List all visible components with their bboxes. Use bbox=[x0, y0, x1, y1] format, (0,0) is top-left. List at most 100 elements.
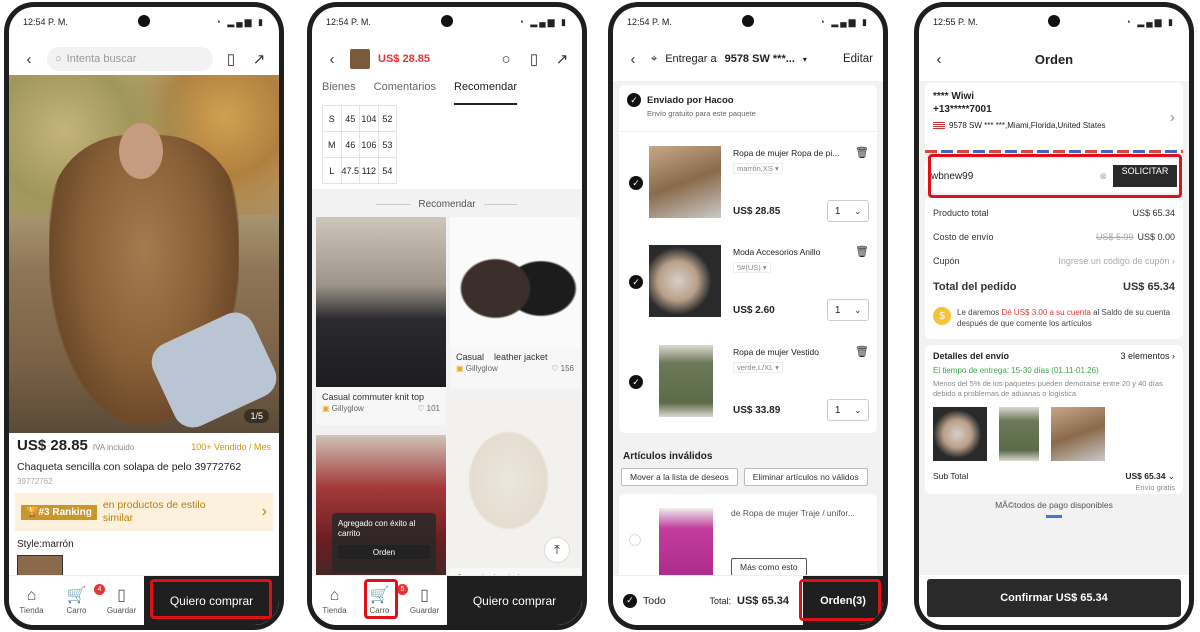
select-all-check-icon[interactable]: ✓ bbox=[623, 593, 637, 608]
chevron-down-icon[interactable]: ⌄ bbox=[1168, 471, 1175, 481]
item-image[interactable] bbox=[649, 245, 721, 317]
toast-order-button[interactable]: Orden bbox=[338, 545, 430, 559]
thumb-coat[interactable] bbox=[1051, 407, 1105, 461]
search-box[interactable]: ○ Intenta buscar bbox=[47, 47, 213, 71]
cart-items: ✓ Ropa de mujer Ropa de pi... marrón,XS … bbox=[619, 131, 877, 433]
phone-cart: 12:54 P. M. ◔ ▂▄▆ ▮ ‹ ⌖ Entregar a 9578 … bbox=[608, 2, 888, 630]
item-price: US$ 28.85 bbox=[733, 206, 781, 217]
tab-comments[interactable]: Comentarios bbox=[374, 81, 436, 105]
item-price: US$ 2.60 bbox=[733, 305, 775, 316]
trash-icon[interactable]: 🗑 bbox=[855, 245, 869, 258]
apply-button[interactable]: SOLICITAR bbox=[1113, 165, 1177, 187]
arrow-up-icon: ⤒ bbox=[554, 542, 560, 557]
chevron-down-icon: ⌄ bbox=[854, 305, 862, 315]
buy-button[interactable]: Quiero comprar bbox=[144, 576, 279, 625]
table-cell: 112 bbox=[359, 157, 379, 184]
tab-recommend[interactable]: Recomendar bbox=[454, 81, 517, 105]
tab-save[interactable]: ▯ Guardar bbox=[99, 587, 144, 615]
back-arrow-icon[interactable]: ‹ bbox=[322, 49, 342, 69]
delivery-time: El tiempo de entrega: 15-30 días (01.11-… bbox=[933, 366, 1099, 375]
item-variant[interactable]: 5#(US) ▾ bbox=[733, 262, 771, 273]
item-name: Ropa de mujer Vestido bbox=[733, 347, 819, 357]
buy-button[interactable]: Quiero comprar bbox=[447, 576, 582, 625]
scroll-top-button[interactable]: ⤒ bbox=[544, 537, 570, 563]
share-icon[interactable]: ↗ bbox=[249, 49, 269, 69]
heart-icon[interactable]: ♡ bbox=[551, 364, 558, 373]
move-wishlist-button[interactable]: Mover a la lista de deseos bbox=[621, 468, 738, 486]
table-cell: 104 bbox=[359, 105, 379, 132]
item-image[interactable] bbox=[659, 345, 713, 417]
card-meta: ▣ Gillyglow ♡ 156 bbox=[456, 364, 574, 373]
thumb-dress[interactable] bbox=[999, 407, 1039, 461]
section-tabs: Bienes Comentarios Recomendar bbox=[312, 81, 582, 105]
airmail-stripe bbox=[925, 150, 1183, 153]
style-label: Style:marrón bbox=[17, 539, 74, 550]
delete-invalid-button[interactable]: Eliminar artículos no válidos bbox=[743, 468, 868, 486]
subtotal-label: Sub Total bbox=[933, 471, 969, 481]
location-pin-icon: ⌖ bbox=[651, 52, 658, 65]
product-thumb bbox=[350, 49, 370, 69]
phone-product-detail: 12:54 P. M. ◔ ▂▄▆ ▮ ‹ ○ Intenta buscar ▯… bbox=[4, 2, 284, 630]
address-card[interactable]: **** Wiwi +13*****7001 9578 SW *** ***,M… bbox=[925, 83, 1183, 153]
tab-store[interactable]: ⌂ Tienda bbox=[9, 587, 54, 615]
toast-text: Agregado con éxito al carrito bbox=[338, 519, 416, 538]
bookmark-icon[interactable]: ▯ bbox=[221, 49, 241, 69]
back-arrow-icon[interactable]: ‹ bbox=[929, 49, 949, 69]
item-variant[interactable]: marrón,XS ▾ bbox=[733, 163, 783, 174]
cart-badge: 5 bbox=[397, 583, 408, 595]
edit-link[interactable]: Editar bbox=[843, 53, 873, 65]
ship-count[interactable]: 3 elementos › bbox=[1120, 351, 1175, 361]
heart-icon[interactable]: ♡ bbox=[417, 404, 424, 413]
item-image[interactable] bbox=[659, 508, 713, 576]
quantity-stepper[interactable]: 1 ⌄ bbox=[827, 299, 869, 321]
payment-methods: MÃ©todos de pago disponibles bbox=[995, 500, 1113, 510]
product-image[interactable]: 1/5 bbox=[9, 75, 279, 435]
confirm-bar: Confirmar US$ 65.34 bbox=[919, 575, 1189, 625]
quantity-stepper[interactable]: 1 ⌄ bbox=[827, 200, 869, 222]
back-arrow-icon[interactable]: ‹ bbox=[19, 49, 39, 69]
tab-cart[interactable]: 🛒 4 Carro bbox=[54, 583, 105, 615]
product-card[interactable]: Casual leather jacket ▣ Gillyglow ♡ 156 bbox=[450, 217, 580, 389]
recommend-heading: Recomendar bbox=[312, 199, 582, 210]
tab-save[interactable]: ▯ Guardar bbox=[402, 587, 447, 615]
shop-icon: ▣ bbox=[322, 404, 330, 413]
order-body: **** Wiwi +13*****7001 9578 SW *** ***,M… bbox=[919, 81, 1189, 575]
check-icon[interactable]: ✓ bbox=[629, 275, 643, 289]
ranking-banner[interactable]: 🏆#3 Ranking en productos de estilo simil… bbox=[15, 493, 273, 531]
quantity-stepper[interactable]: 1 ⌄ bbox=[827, 399, 869, 421]
tab-goods[interactable]: Bienes bbox=[322, 81, 356, 105]
trash-icon[interactable]: 🗑 bbox=[855, 345, 869, 358]
thumb-ring[interactable] bbox=[933, 407, 987, 461]
bookmark-icon[interactable]: ▯ bbox=[524, 49, 544, 69]
total-label: Total: bbox=[709, 595, 732, 606]
check-icon[interactable]: ✓ bbox=[629, 176, 643, 190]
confirm-button[interactable]: Confirmar US$ 65.34 bbox=[927, 579, 1181, 617]
product-card[interactable]: Casual commuter knit top ▣ Gillyglow ♡ 10… bbox=[316, 217, 446, 425]
phone-order: 12:55 P. M. ◔ ▂▄▆ ▮ ‹ Orden **** Wiwi +1… bbox=[914, 2, 1194, 630]
cart-icon: 🛒 bbox=[66, 586, 87, 604]
item-image[interactable] bbox=[649, 146, 721, 218]
back-arrow-icon[interactable]: ‹ bbox=[623, 49, 643, 69]
trash-icon[interactable]: 🗑 bbox=[855, 146, 869, 159]
table-cell: 46 bbox=[340, 131, 361, 158]
top-bar: ‹ US$ 28.85 ○ ▯ ↗ bbox=[312, 37, 582, 81]
check-icon[interactable]: ✓ bbox=[627, 93, 641, 107]
order-button[interactable]: Orden(3) bbox=[803, 576, 883, 625]
coupon-input[interactable]: wbnew99 bbox=[931, 171, 1093, 182]
tab-store[interactable]: ⌂ Tienda bbox=[312, 587, 357, 615]
status-bar: 12:54 P. M. ◔ ▂▄▆ ▮ bbox=[613, 7, 883, 37]
store-icon: ⌂ bbox=[26, 586, 37, 604]
more-like-button[interactable]: Más como esto bbox=[731, 558, 807, 576]
share-icon[interactable]: ↗ bbox=[552, 49, 572, 69]
clear-icon[interactable]: ⊗ bbox=[1099, 171, 1107, 182]
search-icon[interactable]: ○ bbox=[496, 49, 516, 69]
check-icon[interactable]: ✓ bbox=[629, 375, 643, 389]
recipient-phone: +13*****7001 bbox=[933, 104, 992, 115]
item-variant[interactable]: verde,L/XL ▾ bbox=[733, 362, 783, 373]
deliver-address[interactable]: 9578 SW ***... bbox=[725, 53, 795, 65]
tab-cart[interactable]: 🛒 5 Carro bbox=[357, 583, 408, 615]
top-bar: ‹ ⌖ Entregar a 9578 SW ***... ▾ Editar bbox=[613, 37, 883, 81]
image-pager: 1/5 bbox=[244, 409, 269, 423]
coupon-row-link[interactable]: Cupón Ingrese un código de cupón › bbox=[925, 249, 1183, 273]
coin-icon: $ bbox=[933, 307, 951, 325]
